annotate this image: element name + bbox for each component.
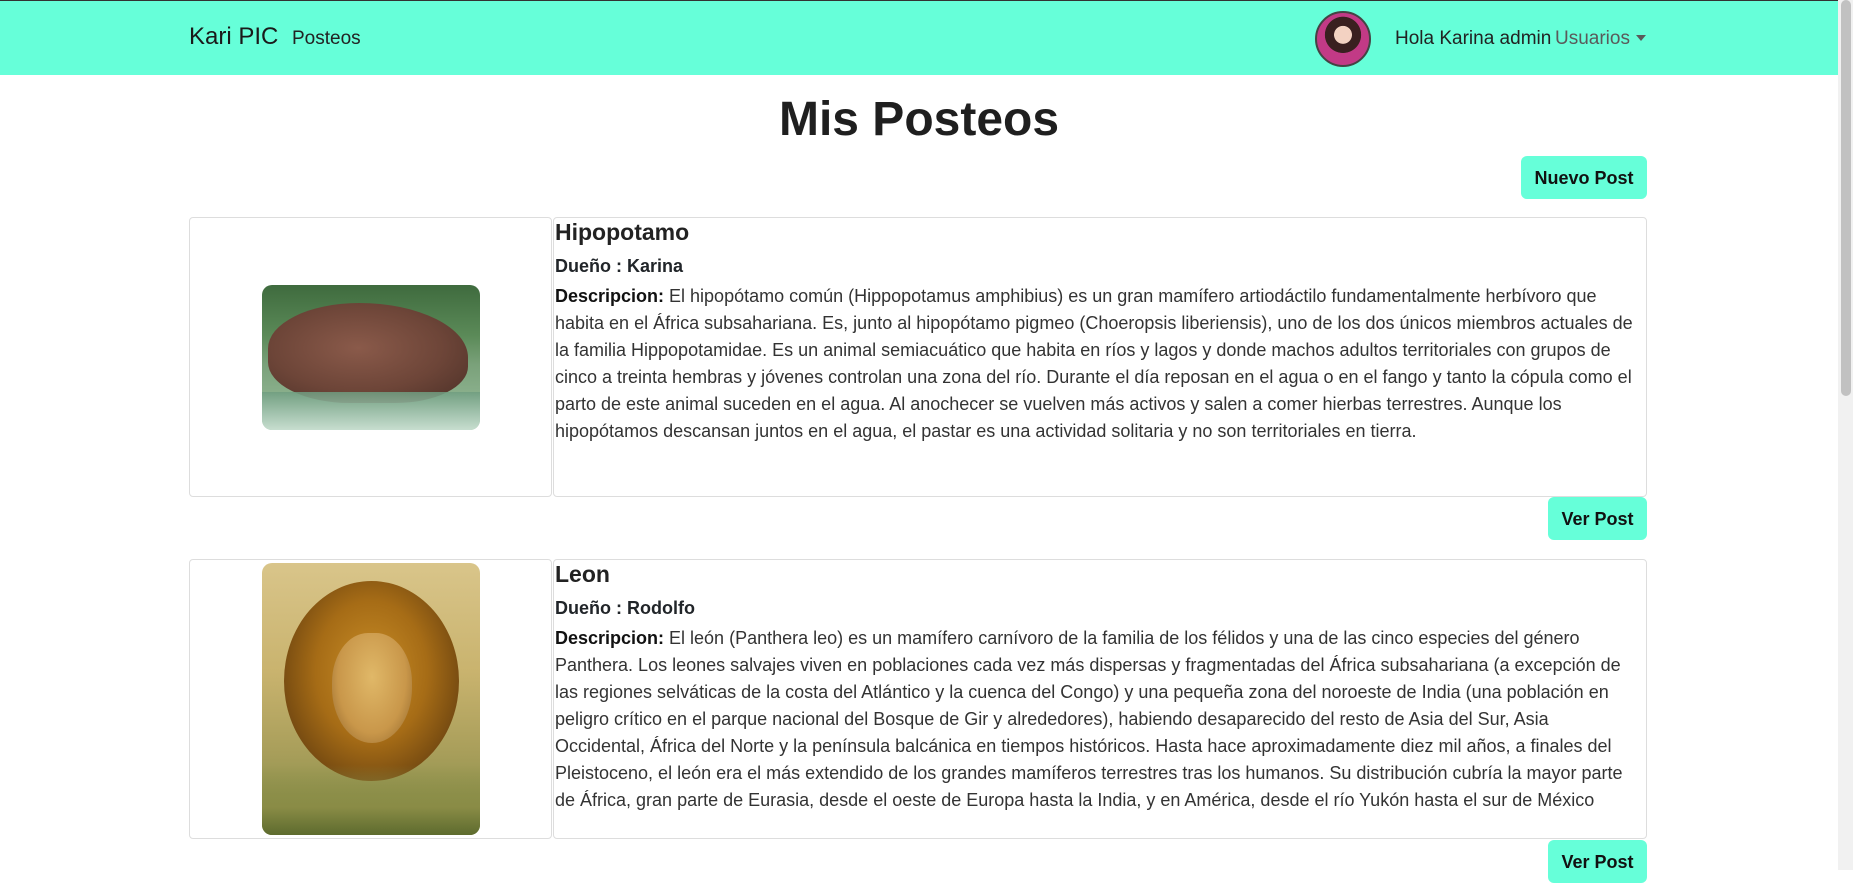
post-card: Hipopotamo Dueño : Karina Descripcion: E…: [553, 217, 1647, 497]
users-dropdown-label: Usuarios: [1555, 28, 1630, 49]
description-text: El león (Panthera leo) es un mamífero ca…: [555, 628, 1623, 810]
post-owner: Dueño : Rodolfo: [555, 598, 695, 618]
post-title: Hipopotamo: [555, 219, 690, 245]
scrollbar-thumb[interactable]: [1841, 0, 1851, 396]
view-post-button[interactable]: Ver Post: [1548, 840, 1647, 883]
post-owner: Dueño : Karina: [555, 256, 684, 276]
chevron-down-icon: [1635, 35, 1646, 41]
users-dropdown[interactable]: Usuarios: [1555, 28, 1646, 50]
view-post-button[interactable]: Ver Post: [1548, 497, 1647, 540]
new-post-button[interactable]: Nuevo Post: [1521, 156, 1647, 199]
navbar: Kari PIC Posteos Hola Karina admin Usuar…: [0, 0, 1838, 75]
description-label: Descripcion:: [555, 286, 665, 306]
brand-link[interactable]: Kari PIC: [189, 23, 278, 51]
description-text: El hipopótamo común (Hippopotamus amphib…: [555, 286, 1633, 441]
hippo-image: [262, 285, 480, 430]
description-label: Descripcion:: [555, 628, 665, 648]
lion-image: [262, 563, 480, 835]
post-description: Descripcion: El león (Panthera leo) es u…: [555, 625, 1642, 814]
user-greeting: Hola Karina admin: [1395, 28, 1552, 49]
nav-link-posteos[interactable]: Posteos: [292, 28, 361, 50]
page-title: Mis Posteos: [778, 93, 1060, 146]
post-image-card: [189, 217, 552, 497]
post-card: Leon Dueño : Rodolfo Descripcion: El leó…: [553, 559, 1647, 839]
post-image-card: [189, 559, 552, 839]
post-title: Leon: [555, 561, 610, 587]
avatar: [1315, 11, 1371, 67]
post-description: Descripcion: El hipopótamo común (Hippop…: [555, 283, 1642, 445]
